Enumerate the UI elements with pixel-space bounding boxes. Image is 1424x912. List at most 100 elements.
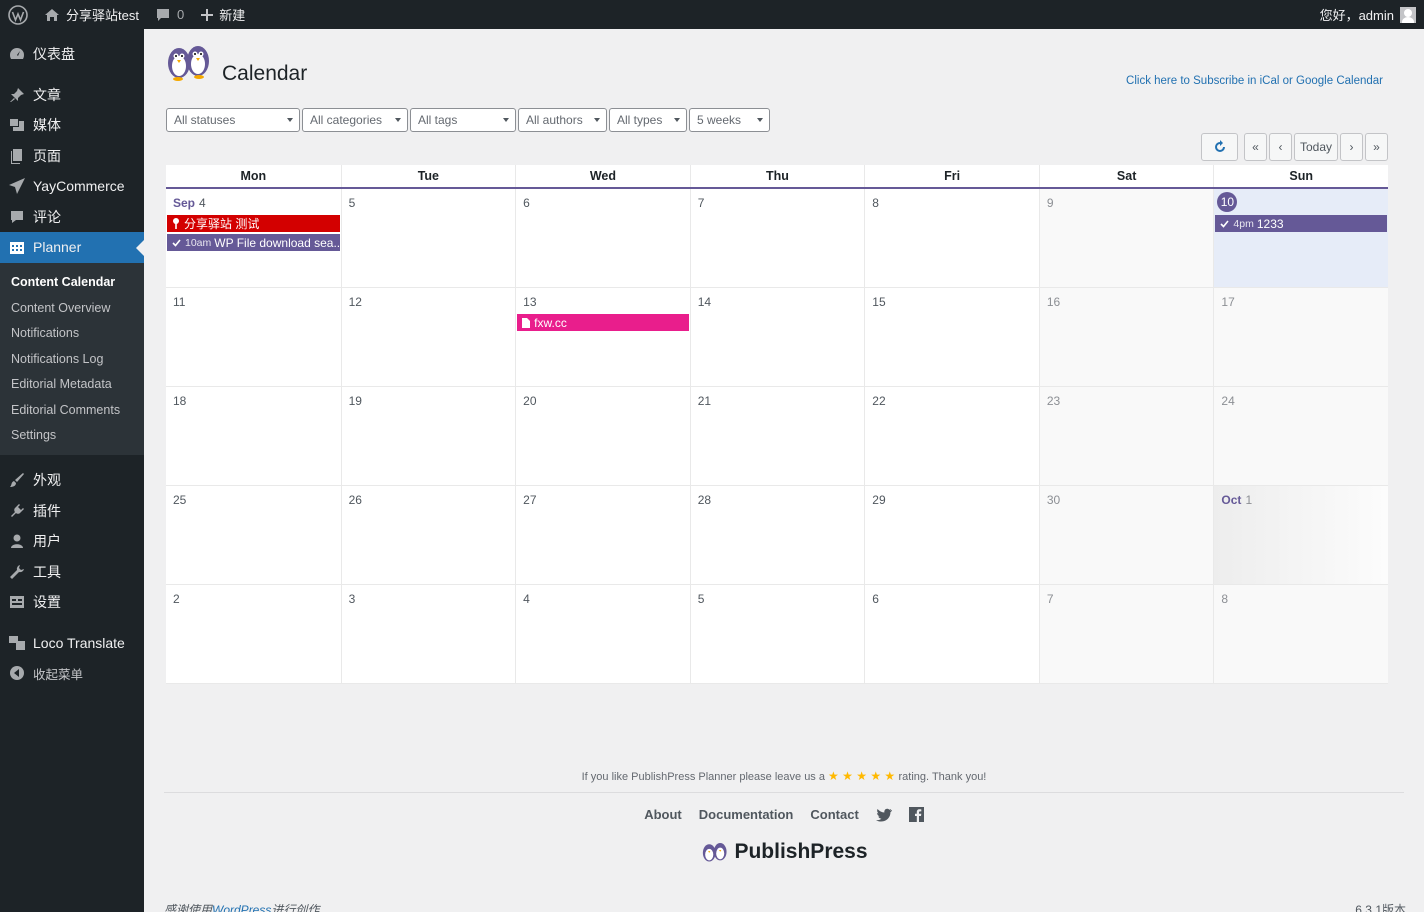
- menu-collapse[interactable]: 收起菜单: [0, 658, 144, 689]
- last-week-button[interactable]: »: [1365, 133, 1388, 161]
- menu-users[interactable]: 用户: [0, 526, 144, 557]
- calendar-event[interactable]: fxw.cc: [517, 314, 689, 331]
- submenu-content-calendar[interactable]: Content Calendar: [0, 270, 144, 296]
- menu-media[interactable]: 媒体: [0, 110, 144, 141]
- settings-icon: [8, 593, 26, 611]
- calendar-day[interactable]: 17: [1213, 288, 1388, 387]
- calendar-day[interactable]: 12: [340, 288, 516, 387]
- weekday-label: Mon: [240, 169, 267, 183]
- calendar-day[interactable]: 5: [689, 585, 865, 684]
- calendar-day[interactable]: 9: [1038, 189, 1214, 288]
- previous-week-button[interactable]: ‹: [1269, 133, 1292, 161]
- facebook-icon[interactable]: [908, 807, 924, 822]
- weekday-label: Wed: [515, 165, 690, 187]
- calendar-day[interactable]: 10 4pm 1233: [1213, 189, 1388, 288]
- day-value: 21: [697, 394, 712, 408]
- account-menu[interactable]: 您好，admin: [1312, 0, 1424, 29]
- menu-dashboard[interactable]: 仪表盘: [0, 39, 144, 70]
- contact-link[interactable]: Contact: [810, 807, 858, 822]
- day-number: Oct 1: [1214, 493, 1388, 507]
- wordpress-logo-icon[interactable]: [0, 0, 36, 29]
- submenu-notifications[interactable]: Notifications: [0, 321, 144, 347]
- calendar-day[interactable]: 14: [689, 288, 865, 387]
- calendar-day[interactable]: 3: [340, 585, 516, 684]
- calendar-day[interactable]: 13 fxw.cc: [515, 288, 690, 387]
- filter-author-select[interactable]: All authors: [518, 108, 607, 132]
- about-link[interactable]: About: [644, 807, 682, 822]
- menu-pages[interactable]: 页面: [0, 141, 144, 172]
- submenu-editorial-comments[interactable]: Editorial Comments: [0, 397, 144, 423]
- calendar-day[interactable]: 8: [864, 189, 1039, 288]
- submenu-notifications-log[interactable]: Notifications Log: [0, 346, 144, 372]
- calendar-day[interactable]: 28: [689, 486, 865, 585]
- calendar-day[interactable]: 5: [340, 189, 516, 288]
- calendar-day[interactable]: 7: [689, 189, 865, 288]
- menu-loco-translate[interactable]: Loco Translate: [0, 628, 144, 659]
- calendar-event[interactable]: 分享驿站 测试: [167, 215, 340, 232]
- calendar-day[interactable]: 6: [864, 585, 1039, 684]
- day-number: 6: [516, 196, 690, 210]
- plus-icon: [201, 8, 214, 21]
- calendar-day[interactable]: 30: [1038, 486, 1214, 585]
- submenu-editorial-metadata[interactable]: Editorial Metadata: [0, 372, 144, 398]
- star-icon: ★: [828, 769, 843, 783]
- menu-plugins[interactable]: 插件: [0, 496, 144, 527]
- filter-status-select[interactable]: All statuses: [166, 108, 300, 132]
- calendar-day[interactable]: 11: [166, 288, 341, 387]
- calendar-day[interactable]: 7: [1038, 585, 1214, 684]
- day-value: 2: [173, 592, 180, 606]
- filter-type-select[interactable]: All types: [609, 108, 687, 132]
- menu-appearance[interactable]: 外观: [0, 465, 144, 496]
- wordpress-link[interactable]: WordPress: [212, 903, 271, 912]
- day-value: 17: [1221, 295, 1235, 309]
- comments-link[interactable]: 0: [147, 0, 192, 29]
- calendar-day[interactable]: 29: [864, 486, 1039, 585]
- calendar-day[interactable]: 19: [340, 387, 516, 486]
- calendar-day[interactable]: 22: [864, 387, 1039, 486]
- menu-posts[interactable]: 文章: [0, 80, 144, 111]
- weekday-label: Fri: [864, 165, 1039, 187]
- ical-subscribe-link[interactable]: Click here to Subscribe in iCal or Googl…: [1126, 75, 1383, 87]
- menu-tools[interactable]: 工具: [0, 557, 144, 588]
- menu-settings[interactable]: 设置: [0, 587, 144, 618]
- twitter-icon[interactable]: [875, 808, 892, 822]
- calendar-day[interactable]: Oct 1: [1213, 486, 1388, 585]
- first-week-button[interactable]: «: [1244, 133, 1267, 161]
- submenu-content-overview[interactable]: Content Overview: [0, 295, 144, 321]
- filter-tag-select[interactable]: All tags: [410, 108, 516, 132]
- calendar-day[interactable]: 20: [515, 387, 690, 486]
- rating-stars[interactable]: ★ ★ ★ ★ ★: [828, 769, 898, 783]
- refresh-button[interactable]: [1201, 133, 1238, 161]
- day-number: 18: [166, 394, 341, 408]
- publishpress-brand[interactable]: PublishPress: [144, 839, 1424, 865]
- new-content-link[interactable]: 新建: [192, 0, 253, 29]
- calendar-day[interactable]: 25: [166, 486, 341, 585]
- calendar-day[interactable]: 18: [166, 387, 341, 486]
- filter-category-select[interactable]: All categories: [302, 108, 408, 132]
- calendar-day[interactable]: 21: [689, 387, 865, 486]
- calendar-day[interactable]: 6: [515, 189, 690, 288]
- day-value: 4: [199, 196, 206, 210]
- calendar-day[interactable]: 27: [515, 486, 690, 585]
- calendar-day[interactable]: 15: [864, 288, 1039, 387]
- calendar-day[interactable]: 2: [166, 585, 341, 684]
- calendar-day[interactable]: 4: [515, 585, 690, 684]
- site-name-link[interactable]: 分享驿站test: [36, 0, 147, 29]
- menu-planner[interactable]: Planner: [0, 232, 144, 263]
- day-value: 10: [1217, 191, 1238, 212]
- submenu-settings[interactable]: Settings: [0, 423, 144, 449]
- calendar-day[interactable]: 23: [1038, 387, 1214, 486]
- menu-comments[interactable]: 评论: [0, 202, 144, 233]
- documentation-link[interactable]: Documentation: [699, 807, 794, 822]
- calendar-day[interactable]: 26: [340, 486, 516, 585]
- calendar-event[interactable]: 4pm 1233: [1215, 215, 1387, 232]
- filter-weeks-select[interactable]: 5 weeks: [689, 108, 770, 132]
- menu-yaycommerce[interactable]: YayCommerce: [0, 171, 144, 202]
- calendar-event[interactable]: 10am WP File download sea...: [167, 234, 340, 251]
- calendar-day[interactable]: 24: [1213, 387, 1388, 486]
- calendar-day[interactable]: 8: [1213, 585, 1388, 684]
- calendar-day[interactable]: Sep 4 分享驿站 测试 10am WP File download sea...: [166, 189, 341, 288]
- today-button[interactable]: Today: [1294, 133, 1338, 161]
- calendar-day[interactable]: 16: [1038, 288, 1214, 387]
- next-week-button[interactable]: ›: [1340, 133, 1363, 161]
